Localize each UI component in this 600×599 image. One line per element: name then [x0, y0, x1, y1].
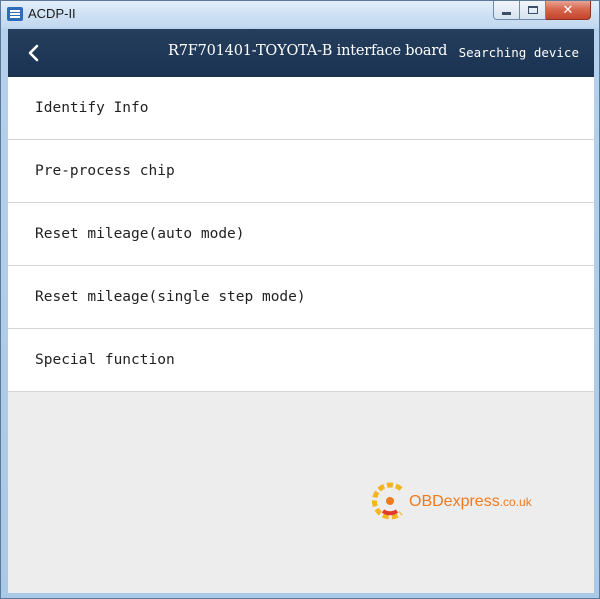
menu-list: Identify Info Pre-process chip Reset mil…	[8, 77, 594, 392]
client-area: R7F701401-TOYOTA-B interface board Searc…	[8, 29, 594, 593]
watermark: OBDexpress.co.uk	[371, 481, 532, 521]
minimize-icon	[502, 11, 511, 15]
caption-buttons: ✕	[493, 1, 591, 20]
watermark-logo-icon	[371, 482, 403, 520]
watermark-brand: OBDexpress	[409, 493, 500, 510]
maximize-button[interactable]	[520, 1, 546, 20]
menu-item-label: Special function	[35, 352, 175, 368]
close-button[interactable]: ✕	[546, 1, 591, 20]
watermark-suffix: .co.uk	[499, 495, 532, 509]
app-window: ACDP-II ✕ R7F701401-TOYOTA-B interface b…	[0, 0, 600, 599]
menu-item-pre-process-chip[interactable]: Pre-process chip	[8, 140, 594, 203]
maximize-icon	[527, 6, 538, 14]
menu-item-label: Reset mileage(auto mode)	[35, 226, 245, 242]
window-titlebar[interactable]: ACDP-II ✕	[1, 1, 599, 28]
menu-item-label: Pre-process chip	[35, 163, 175, 179]
menu-item-identify-info[interactable]: Identify Info	[8, 77, 594, 140]
minimize-button[interactable]	[493, 1, 520, 20]
menu-item-special-function[interactable]: Special function	[8, 329, 594, 392]
menu-item-label: Identify Info	[35, 100, 149, 116]
menu-item-label: Reset mileage(single step mode)	[35, 289, 306, 305]
app-icon	[7, 7, 23, 21]
watermark-text: OBDexpress.co.uk	[409, 493, 532, 511]
close-icon: ✕	[562, 2, 574, 18]
menu-item-reset-mileage-single-step[interactable]: Reset mileage(single step mode)	[8, 266, 594, 329]
status-text: Searching device	[458, 45, 579, 60]
chevron-left-icon[interactable]	[24, 43, 44, 63]
window-title: ACDP-II	[28, 6, 76, 21]
app-header: R7F701401-TOYOTA-B interface board Searc…	[8, 29, 594, 77]
page-title: R7F701401-TOYOTA-B interface board	[168, 43, 448, 59]
menu-item-reset-mileage-auto[interactable]: Reset mileage(auto mode)	[8, 203, 594, 266]
